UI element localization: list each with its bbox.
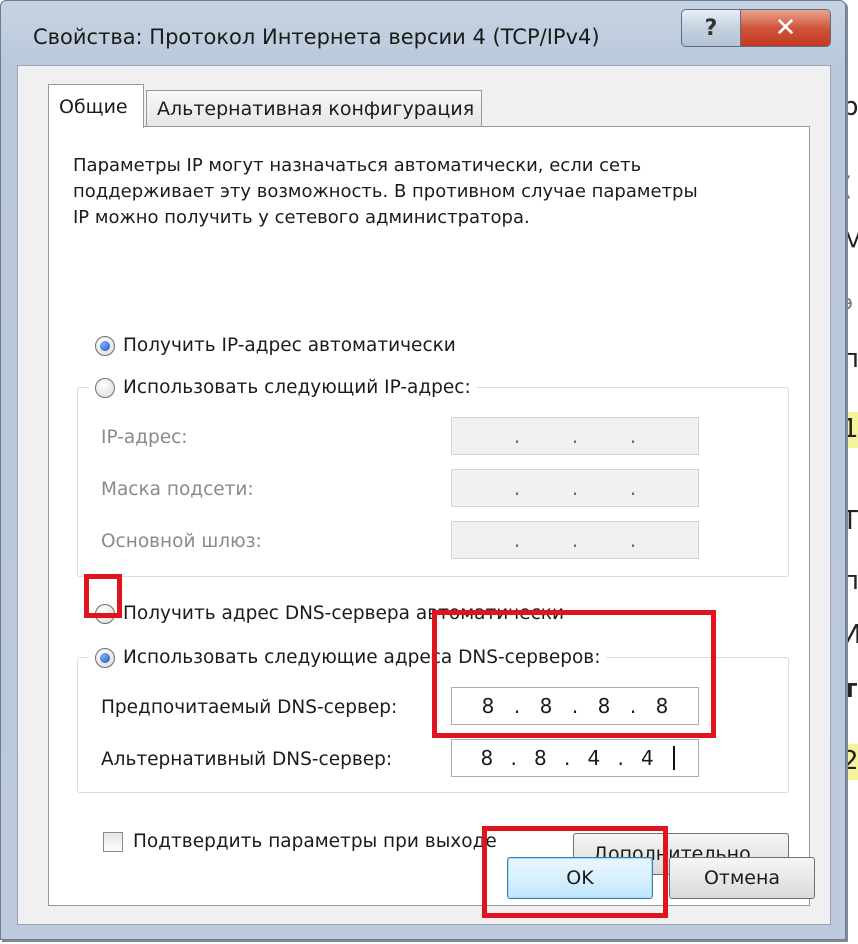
- radio-button-checked[interactable]: [95, 335, 115, 356]
- tcpip-properties-dialog: Свойства: Протокол Интернета версии 4 (T…: [0, 0, 846, 940]
- radio-label: Использовать следующий IP-адрес:: [123, 377, 471, 398]
- description-line: Параметры IP могут назначаться автоматич…: [73, 155, 642, 176]
- caption-buttons: ? ✕: [681, 9, 831, 49]
- annotation-highlight-dns-radio: [84, 574, 122, 618]
- title-bar[interactable]: Свойства: Протокол Интернета версии 4 (T…: [1, 1, 845, 63]
- radio-button[interactable]: [95, 377, 115, 398]
- ip-octet[interactable]: 8: [528, 746, 552, 770]
- checkbox-label: Подтвердить параметры при выходе: [133, 831, 497, 852]
- ip-address-label: IP-адрес:: [101, 427, 188, 448]
- ip-octet[interactable]: 8: [475, 746, 499, 770]
- default-gateway-label: Основной шлюз:: [101, 531, 262, 552]
- description-line: поддерживает эту возможность. В противно…: [73, 181, 698, 202]
- annotation-highlight-ok-button: [482, 826, 668, 918]
- description-text: Параметры IP могут назначаться автоматич…: [73, 153, 773, 231]
- tab-alternate-configuration[interactable]: Альтернативная конфигурация: [146, 90, 482, 126]
- dialog-client-area: Общие Альтернативная конфигурация Параме…: [17, 65, 831, 925]
- annotation-highlight-dns-fields: [432, 610, 716, 738]
- subnet-mask-input: . . .: [451, 469, 699, 507]
- cancel-button[interactable]: Отмена: [669, 857, 815, 899]
- tab-general[interactable]: Общие: [48, 84, 144, 128]
- help-button[interactable]: ?: [681, 9, 741, 47]
- preferred-dns-label: Предпочитаемый DNS-сервер:: [101, 697, 398, 718]
- radio-button-checked[interactable]: [95, 647, 115, 668]
- window-title: Свойства: Протокол Интернета версии 4 (T…: [33, 25, 600, 49]
- validate-on-exit-checkbox[interactable]: Подтвердить параметры при выходе: [103, 831, 497, 852]
- radio-use-following-ip[interactable]: Использовать следующий IP-адрес:: [89, 377, 477, 398]
- radio-obtain-ip-auto[interactable]: Получить IP-адрес автоматически: [95, 335, 456, 356]
- subnet-mask-label: Маска подсети:: [101, 479, 254, 500]
- tab-panel-general: Параметры IP могут назначаться автоматич…: [48, 126, 810, 906]
- help-icon: ?: [704, 15, 718, 41]
- checkbox[interactable]: [103, 831, 123, 852]
- close-icon: ✕: [774, 13, 797, 43]
- text-cursor: [673, 746, 676, 770]
- default-gateway-input: . . .: [451, 521, 699, 559]
- description-line: IP можно получить у сетевого администрат…: [73, 207, 530, 228]
- alternate-dns-input[interactable]: 8. 8. 4. 4: [451, 739, 699, 777]
- ip-octet[interactable]: 4: [635, 746, 659, 770]
- close-button[interactable]: ✕: [741, 9, 831, 47]
- ip-octet[interactable]: 4: [582, 746, 606, 770]
- radio-label: Получить IP-адрес автоматически: [123, 335, 456, 356]
- ip-address-input: . . .: [451, 417, 699, 455]
- alternate-dns-label: Альтернативный DNS-сервер:: [101, 749, 393, 770]
